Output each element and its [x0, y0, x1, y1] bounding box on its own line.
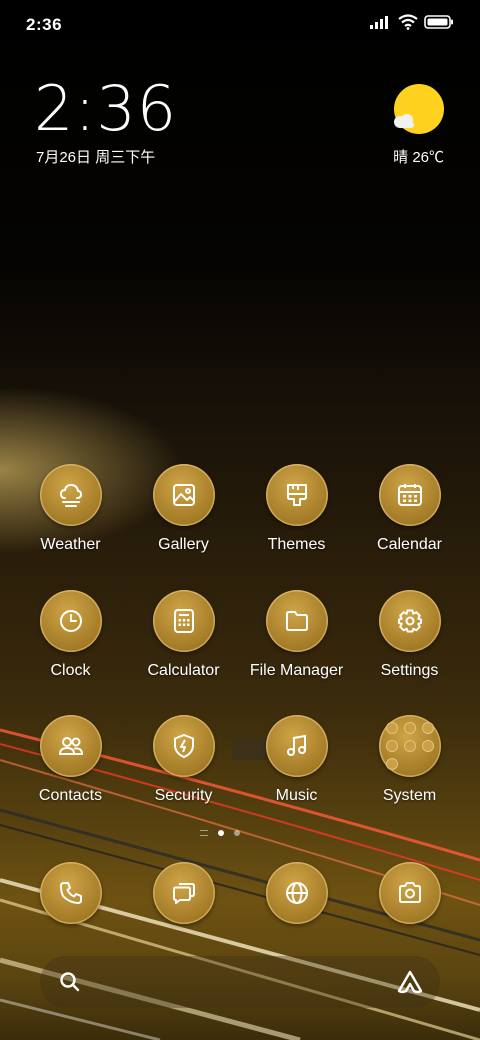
app-file-manager[interactable]: File Manager [240, 590, 353, 680]
mini-app-icon [385, 722, 398, 734]
messages-icon [152, 862, 215, 924]
mini-app-icon [421, 740, 434, 752]
app-label: Calculator [147, 662, 220, 679]
app-label: System [382, 787, 437, 804]
app-music[interactable]: Music [240, 715, 353, 805]
weather-condition: 晴 [393, 149, 409, 166]
app-weather[interactable]: Weather [14, 464, 127, 554]
cloud-icon [394, 114, 414, 128]
music-icon [265, 715, 328, 777]
status-bar: 2:36 [0, 0, 480, 50]
page-indicator-feed[interactable] [200, 830, 208, 836]
search-icon[interactable] [58, 970, 82, 994]
weather-temp: 晴 26℃ [393, 146, 444, 167]
shield-icon [152, 715, 215, 777]
page-indicator-dot-active[interactable] [218, 830, 224, 836]
page-indicator[interactable] [200, 830, 240, 836]
assistant-icon[interactable] [396, 968, 424, 996]
app-themes[interactable]: Themes [240, 464, 353, 554]
app-settings[interactable]: Settings [353, 590, 466, 680]
weather-temperature: 26℃ [412, 149, 444, 166]
weather-widget[interactable]: 晴 26℃ [384, 84, 444, 167]
app-label: Contacts [38, 787, 103, 804]
battery-icon [424, 15, 453, 29]
wifi-icon [398, 14, 418, 30]
app-system-folder[interactable]: System [353, 715, 466, 805]
clock-icon [39, 590, 102, 652]
search-bar[interactable] [40, 956, 440, 1008]
dock-camera[interactable] [353, 862, 466, 924]
dock-browser[interactable] [240, 862, 353, 924]
mini-app-icon [403, 722, 416, 734]
dock-messages[interactable] [127, 862, 240, 924]
calculator-icon [152, 590, 215, 652]
dock-phone[interactable] [14, 862, 127, 924]
app-label: Calendar [377, 536, 442, 553]
weather-icon [39, 464, 102, 526]
clock-widget-date: 7月26日 周三下午 [36, 149, 156, 166]
app-label: Themes [267, 536, 326, 553]
phone-icon [39, 862, 102, 924]
app-label: Settings [380, 662, 439, 679]
gear-icon [378, 590, 441, 652]
app-gallery[interactable]: Gallery [127, 464, 240, 554]
page-indicator-dot[interactable] [234, 830, 240, 836]
mini-app-icon [385, 740, 398, 752]
app-label: File Manager [249, 662, 344, 679]
clock-widget-time[interactable]: 2:36 [34, 78, 177, 140]
browser-icon [265, 862, 328, 924]
app-label: Weather [40, 536, 101, 553]
app-calendar[interactable]: Calendar [353, 464, 466, 554]
app-calculator[interactable]: Calculator [127, 590, 240, 680]
app-contacts[interactable]: Contacts [14, 715, 127, 805]
mini-app-icon [385, 758, 398, 770]
app-clock[interactable]: Clock [14, 590, 127, 680]
status-time: 2:36 [26, 15, 63, 34]
folder-group-icon [378, 715, 441, 777]
app-label: Security [154, 787, 213, 804]
app-label: Gallery [158, 536, 209, 553]
gallery-icon [152, 464, 215, 526]
mini-app-icon [421, 722, 434, 734]
folder-icon [265, 590, 328, 652]
calendar-icon [378, 464, 441, 526]
app-label: Clock [50, 662, 91, 679]
contacts-icon [39, 715, 102, 777]
mini-app-icon [403, 740, 416, 752]
themes-icon [265, 464, 328, 526]
signal-icon [370, 16, 388, 29]
status-icons [370, 14, 454, 30]
app-label: Music [275, 787, 318, 804]
camera-icon [378, 862, 441, 924]
app-security[interactable]: Security [127, 715, 240, 805]
